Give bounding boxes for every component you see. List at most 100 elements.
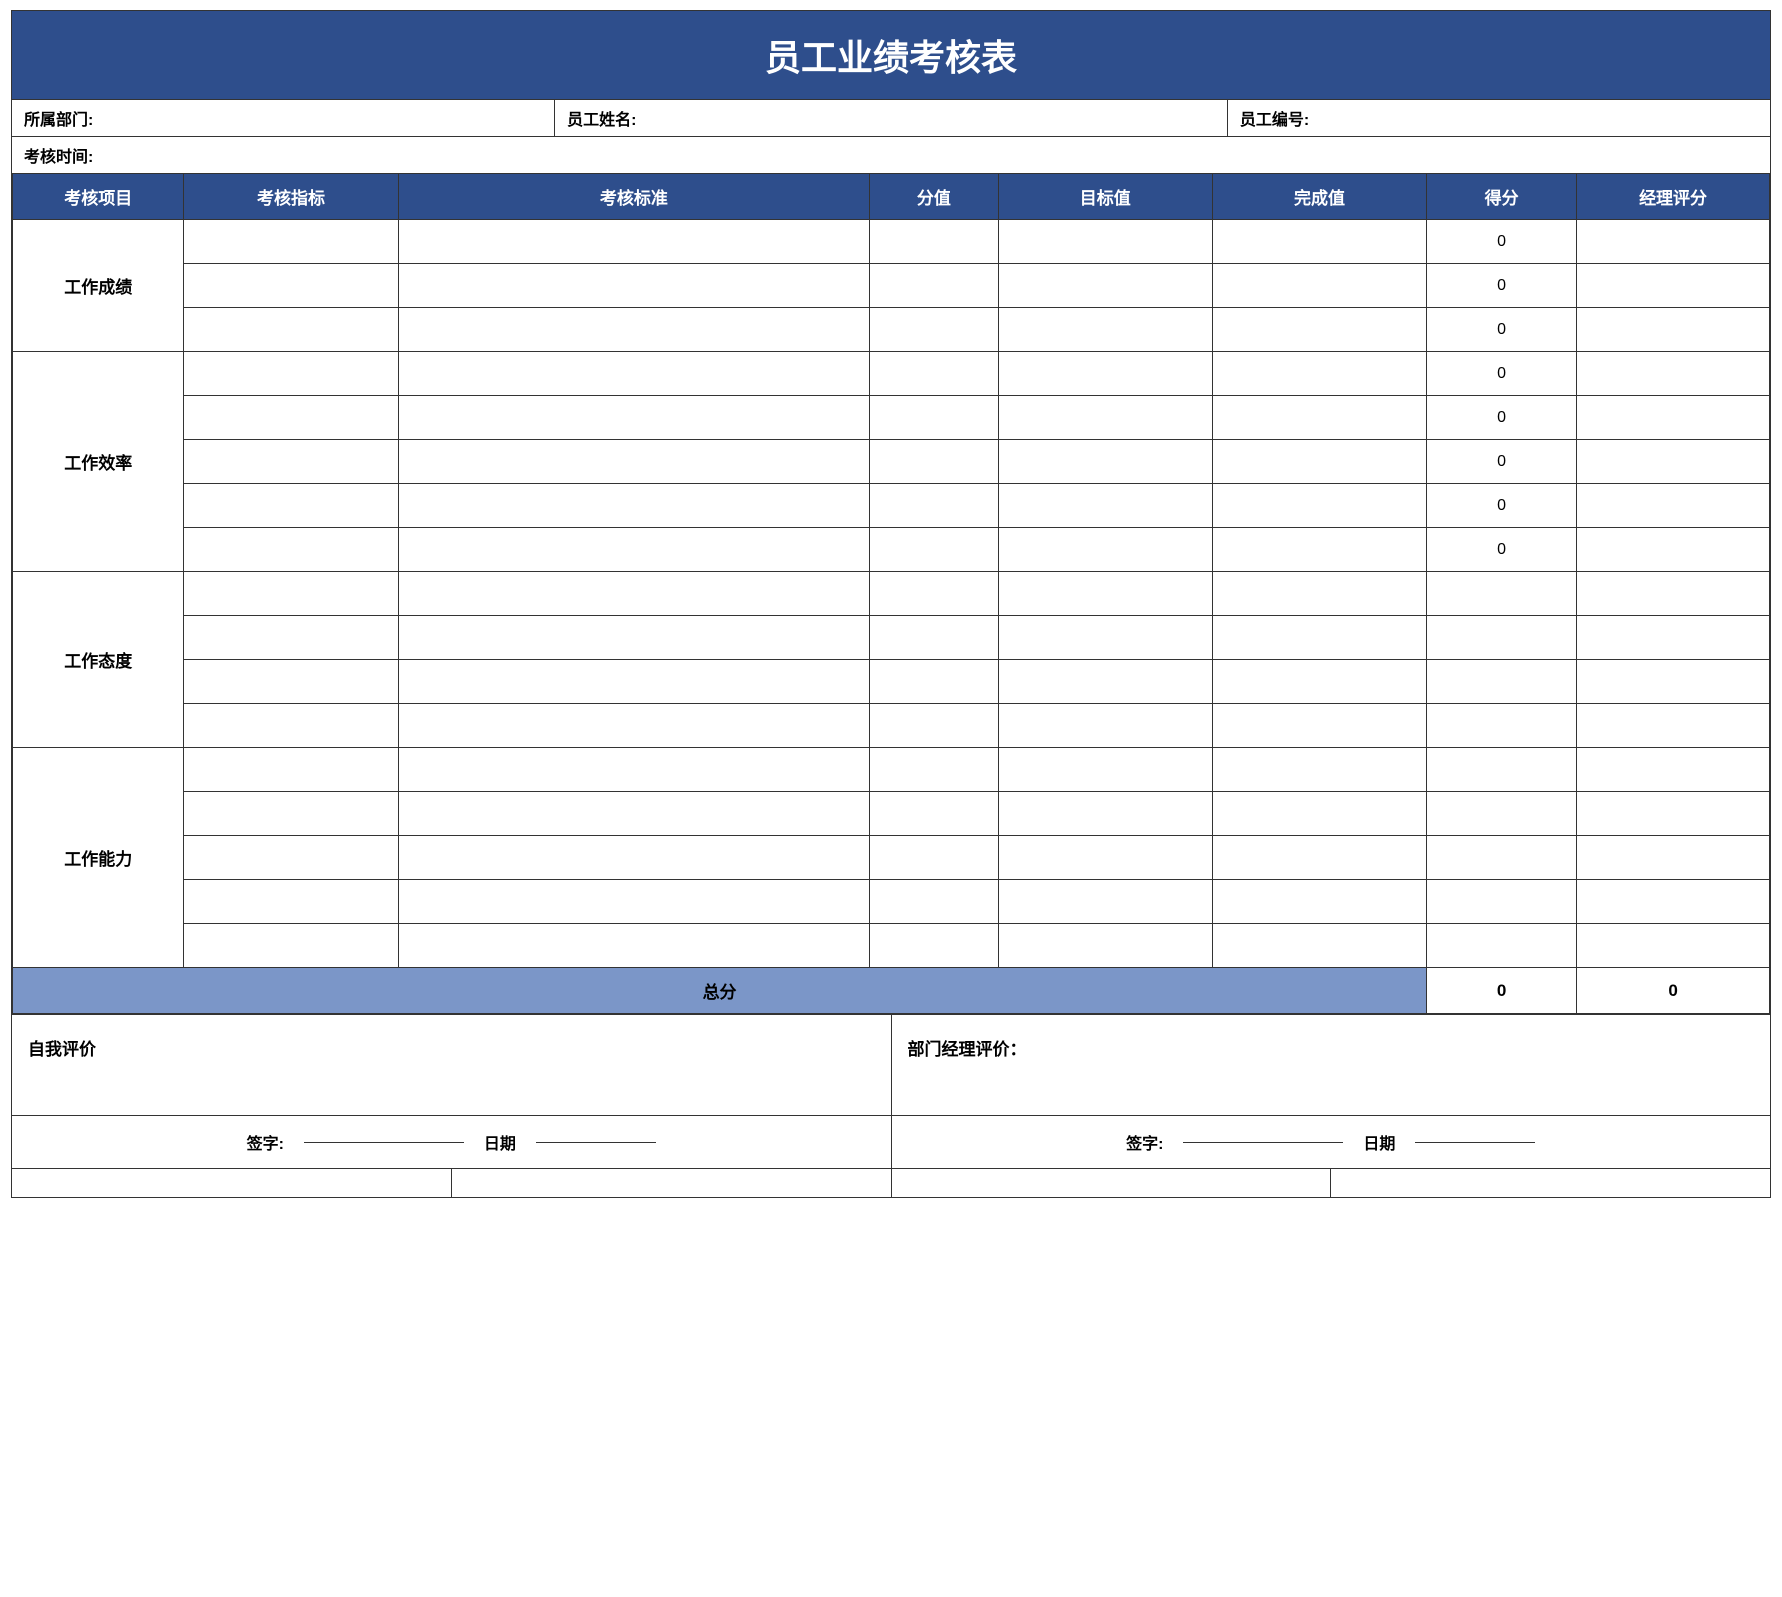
complete-cell xyxy=(1212,704,1426,748)
extra-cell-1 xyxy=(12,1169,452,1197)
table-row xyxy=(13,616,1770,660)
manager-score-cell xyxy=(1577,352,1770,396)
table-row xyxy=(13,880,1770,924)
target-cell xyxy=(998,880,1212,924)
date-label-right: 日期 xyxy=(1363,1130,1395,1154)
target-cell xyxy=(998,264,1212,308)
score-cell xyxy=(870,264,999,308)
target-cell xyxy=(998,220,1212,264)
table-row xyxy=(13,924,1770,968)
manager-score-cell xyxy=(1577,572,1770,616)
target-cell xyxy=(998,352,1212,396)
total-manager-score: 0 xyxy=(1577,968,1770,1014)
complete-cell xyxy=(1212,308,1426,352)
defen-cell: 0 xyxy=(1427,440,1577,484)
complete-cell xyxy=(1212,484,1426,528)
indicator-cell xyxy=(184,308,398,352)
defen-cell xyxy=(1427,616,1577,660)
defen-cell: 0 xyxy=(1427,264,1577,308)
complete-cell xyxy=(1212,440,1426,484)
score-cell xyxy=(870,880,999,924)
target-cell xyxy=(998,528,1212,572)
defen-cell xyxy=(1427,836,1577,880)
manager-score-cell xyxy=(1577,704,1770,748)
standard-cell xyxy=(398,748,869,792)
defen-cell: 0 xyxy=(1427,396,1577,440)
header-col5: 目标值 xyxy=(998,174,1212,220)
manager-score-cell xyxy=(1577,440,1770,484)
table-row: 0 xyxy=(13,484,1770,528)
target-cell xyxy=(998,484,1212,528)
manager-score-cell xyxy=(1577,880,1770,924)
score-cell xyxy=(870,484,999,528)
category-taidu: 工作态度 xyxy=(13,572,184,748)
category-xiaolv: 工作效率 xyxy=(13,352,184,572)
score-cell xyxy=(870,220,999,264)
defen-cell: 0 xyxy=(1427,484,1577,528)
sign-line-left xyxy=(304,1142,464,1143)
defen-cell: 0 xyxy=(1427,352,1577,396)
complete-cell xyxy=(1212,748,1426,792)
header-col7: 得分 xyxy=(1427,174,1577,220)
manager-score-cell xyxy=(1577,264,1770,308)
indicator-cell xyxy=(184,792,398,836)
indicator-cell xyxy=(184,924,398,968)
target-cell xyxy=(998,396,1212,440)
sign-label-left: 签字: xyxy=(247,1130,284,1154)
table-row: 工作态度 xyxy=(13,572,1770,616)
manager-score-cell xyxy=(1577,924,1770,968)
complete-cell xyxy=(1212,660,1426,704)
defen-cell xyxy=(1427,660,1577,704)
sign-right-section: 签字: 日期 xyxy=(892,1116,1771,1168)
indicator-cell xyxy=(184,616,398,660)
target-cell xyxy=(998,704,1212,748)
complete-cell xyxy=(1212,528,1426,572)
indicator-cell xyxy=(184,440,398,484)
standard-cell xyxy=(398,836,869,880)
standard-cell xyxy=(398,352,869,396)
table-row xyxy=(13,836,1770,880)
category-chengjii: 工作成绩 xyxy=(13,220,184,352)
sign-line-right xyxy=(1183,1142,1343,1143)
dept-eval-label: 部门经理评价： xyxy=(908,1040,1027,1059)
standard-cell xyxy=(398,484,869,528)
complete-cell xyxy=(1212,264,1426,308)
target-cell xyxy=(998,616,1212,660)
score-cell xyxy=(870,924,999,968)
complete-cell xyxy=(1212,792,1426,836)
score-cell xyxy=(870,308,999,352)
table-row xyxy=(13,792,1770,836)
table-row: 工作效率 0 xyxy=(13,352,1770,396)
indicator-cell xyxy=(184,660,398,704)
standard-cell xyxy=(398,396,869,440)
indicator-cell xyxy=(184,264,398,308)
extra-cell-4 xyxy=(1331,1169,1770,1197)
table-row: 工作能力 xyxy=(13,748,1770,792)
score-cell xyxy=(870,396,999,440)
table-row xyxy=(13,704,1770,748)
manager-score-cell xyxy=(1577,616,1770,660)
date-label-left: 日期 xyxy=(484,1130,516,1154)
header-col3: 考核标准 xyxy=(398,174,869,220)
score-cell xyxy=(870,528,999,572)
table-row: 0 xyxy=(13,440,1770,484)
defen-cell: 0 xyxy=(1427,528,1577,572)
target-cell xyxy=(998,440,1212,484)
target-cell xyxy=(998,748,1212,792)
score-cell xyxy=(870,836,999,880)
score-cell xyxy=(870,704,999,748)
manager-score-cell xyxy=(1577,748,1770,792)
defen-cell xyxy=(1427,704,1577,748)
standard-cell xyxy=(398,924,869,968)
complete-cell xyxy=(1212,836,1426,880)
extra-cell-3 xyxy=(892,1169,1332,1197)
header-col8: 经理评分 xyxy=(1577,174,1770,220)
table-row: 0 xyxy=(13,396,1770,440)
table-row: 0 xyxy=(13,308,1770,352)
category-nengli: 工作能力 xyxy=(13,748,184,968)
score-cell xyxy=(870,660,999,704)
defen-cell xyxy=(1427,792,1577,836)
indicator-cell xyxy=(184,880,398,924)
id-label: 员工编号: xyxy=(1240,106,1309,130)
score-cell xyxy=(870,440,999,484)
